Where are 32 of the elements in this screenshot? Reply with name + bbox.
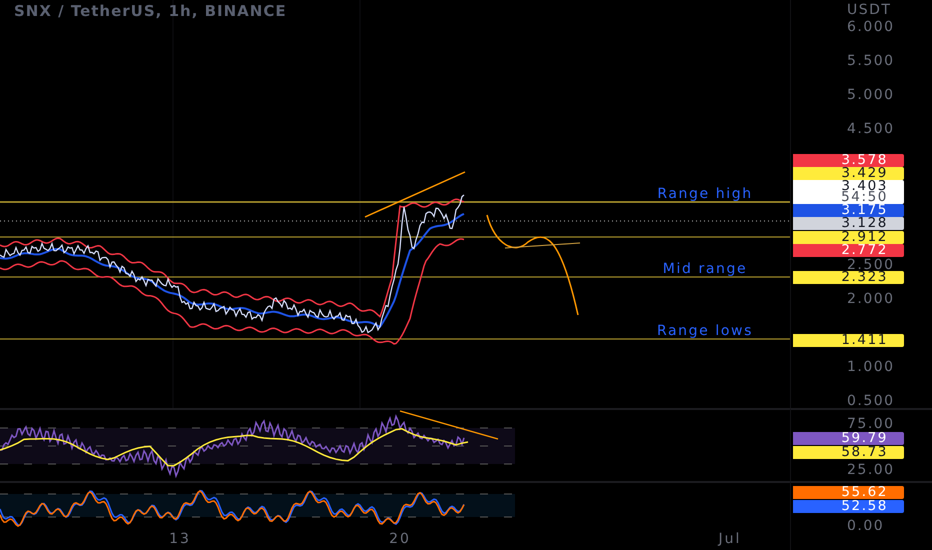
price-tick: 6.000	[847, 19, 895, 35]
time-tick: 13	[169, 531, 191, 547]
price-label: 3.128	[793, 217, 904, 230]
price-label: 2.912	[793, 231, 904, 244]
rsi-label: 59.79	[793, 432, 904, 445]
price-label: 3.429	[793, 167, 904, 180]
price-label: 2.323	[793, 271, 904, 284]
price-value: 3.403	[841, 180, 888, 192]
price-tick: 1.000	[847, 359, 895, 375]
price-label: 2.772	[793, 244, 904, 257]
candle-countdown: 54:50	[841, 192, 888, 204]
price-label: 1.411	[793, 334, 904, 347]
stochastic-tick: 0.00	[847, 518, 884, 530]
price-tick: 4.500	[847, 121, 895, 137]
price-label: 3.175	[793, 204, 904, 217]
level-annotation: Range lows	[656, 323, 754, 339]
chart-title: SNX / TetherUS, 1h, BINANCE	[14, 2, 287, 20]
price-tick: 0.500	[847, 393, 895, 408]
time-tick: Jul	[718, 531, 742, 547]
stochastic-label: 55.62	[793, 486, 904, 499]
rsi-label: 58.73	[793, 446, 904, 459]
price-tick: 2.000	[847, 291, 895, 307]
level-annotation: Mid range	[662, 261, 748, 277]
rsi-tick: 75.00	[847, 416, 895, 432]
stochastic-label: 52.58	[793, 500, 904, 513]
level-annotation: Range high	[657, 186, 753, 202]
currency-unit: USDT	[847, 2, 892, 18]
time-tick: 20	[389, 531, 411, 547]
price-tick: 5.500	[847, 53, 895, 69]
rsi-tick: 25.00	[847, 462, 895, 478]
price-tick: 5.000	[847, 87, 895, 103]
price-label: 3.578	[793, 154, 904, 167]
